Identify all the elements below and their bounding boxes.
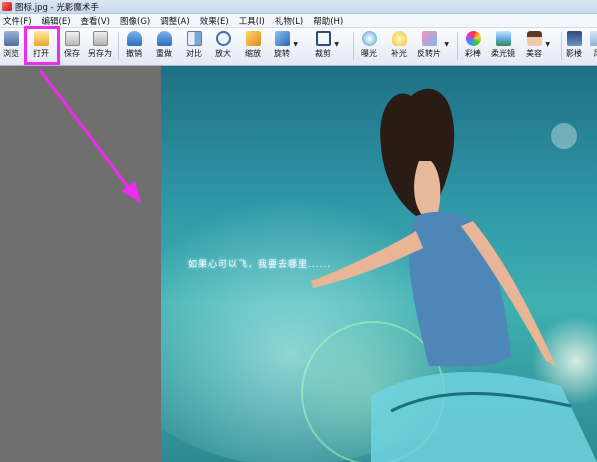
- menu-effects[interactable]: 效果(E): [200, 15, 229, 27]
- open-button[interactable]: 打开: [33, 30, 49, 63]
- undo-button[interactable]: 撤销: [126, 30, 142, 63]
- style-icon: [590, 31, 597, 46]
- compare-icon: [186, 31, 202, 46]
- toolbar-separator: [118, 32, 119, 60]
- color-stick-icon: [465, 31, 481, 46]
- window-title: 图标.jpg - 光影魔术手: [15, 2, 99, 13]
- style-button[interactable]: 风: [590, 30, 597, 63]
- toolbar: 浏览 打开 保存 另存为 撤销 重做 对比 放大 缩放 旋转 ▼ 裁剪 ▼ 曝光…: [0, 28, 597, 66]
- menu-image[interactable]: 图像(G): [120, 15, 150, 27]
- reversal-film-dropdown-icon[interactable]: ▼: [444, 41, 449, 48]
- menu-help[interactable]: 帮助(H): [313, 15, 343, 27]
- compare-button[interactable]: 对比: [186, 30, 202, 63]
- exposure-icon: [361, 31, 377, 46]
- menu-bar: 文件(F) 编辑(E) 查看(V) 图像(G) 调整(A) 效果(E) 工具(I…: [0, 14, 597, 28]
- menu-adjust[interactable]: 调整(A): [160, 15, 189, 27]
- toolbar-separator: [25, 32, 26, 60]
- zoom-in-icon: [215, 31, 231, 46]
- menu-edit[interactable]: 编辑(E): [42, 15, 71, 27]
- undo-icon: [126, 31, 142, 46]
- toolbar-separator: [353, 32, 354, 60]
- zoom-in-button[interactable]: 放大: [215, 30, 231, 63]
- image-caption: 如果心可以飞，我要去哪里......: [188, 260, 332, 270]
- crop-dropdown-icon[interactable]: ▼: [334, 41, 339, 48]
- menu-gifts[interactable]: 礼物(L): [275, 15, 303, 27]
- app-logo-icon: [2, 2, 12, 11]
- save-icon: [64, 31, 80, 46]
- menu-view[interactable]: 查看(V): [81, 15, 110, 27]
- save-as-button[interactable]: 另存为: [88, 30, 112, 63]
- rotate-button[interactable]: 旋转 ▼: [274, 30, 298, 63]
- reversal-film-button[interactable]: 反转片 ▼: [417, 30, 449, 63]
- browse-icon: [3, 31, 19, 46]
- save-as-icon: [92, 31, 108, 46]
- crop-button[interactable]: 裁剪 ▼: [315, 30, 339, 63]
- title-bar: 图标.jpg - 光影魔术手: [0, 0, 597, 14]
- redo-button[interactable]: 重做: [156, 30, 172, 63]
- menu-tools[interactable]: 工具(I): [239, 15, 265, 27]
- toolbar-separator: [457, 32, 458, 60]
- save-button[interactable]: 保存: [64, 30, 80, 63]
- studio-icon: [566, 31, 582, 46]
- resize-button[interactable]: 缩放: [245, 30, 261, 63]
- reversal-film-icon: [421, 31, 437, 46]
- redo-icon: [156, 31, 172, 46]
- browse-button[interactable]: 浏览: [3, 30, 19, 63]
- soft-light-button[interactable]: 柔光镜: [491, 30, 515, 63]
- studio-button[interactable]: 影楼: [566, 30, 582, 63]
- toolbar-separator: [561, 32, 562, 60]
- fill-light-button[interactable]: 补光: [391, 30, 407, 63]
- beauty-dropdown-icon[interactable]: ▼: [545, 41, 550, 48]
- exposure-button[interactable]: 曝光: [361, 30, 377, 63]
- crop-icon: [315, 31, 331, 46]
- fill-light-icon: [391, 31, 407, 46]
- color-stick-button[interactable]: 彩棒: [465, 30, 481, 63]
- resize-icon: [245, 31, 261, 46]
- beauty-button[interactable]: 美容 ▼: [526, 30, 550, 63]
- menu-file[interactable]: 文件(F): [3, 15, 32, 27]
- photo-canvas[interactable]: 如果心可以飞，我要去哪里......: [161, 66, 597, 462]
- soft-light-icon: [495, 31, 511, 46]
- rotate-icon: [274, 31, 290, 46]
- open-folder-icon: [33, 31, 49, 46]
- beauty-icon: [526, 31, 542, 46]
- rotate-dropdown-icon[interactable]: ▼: [293, 41, 298, 48]
